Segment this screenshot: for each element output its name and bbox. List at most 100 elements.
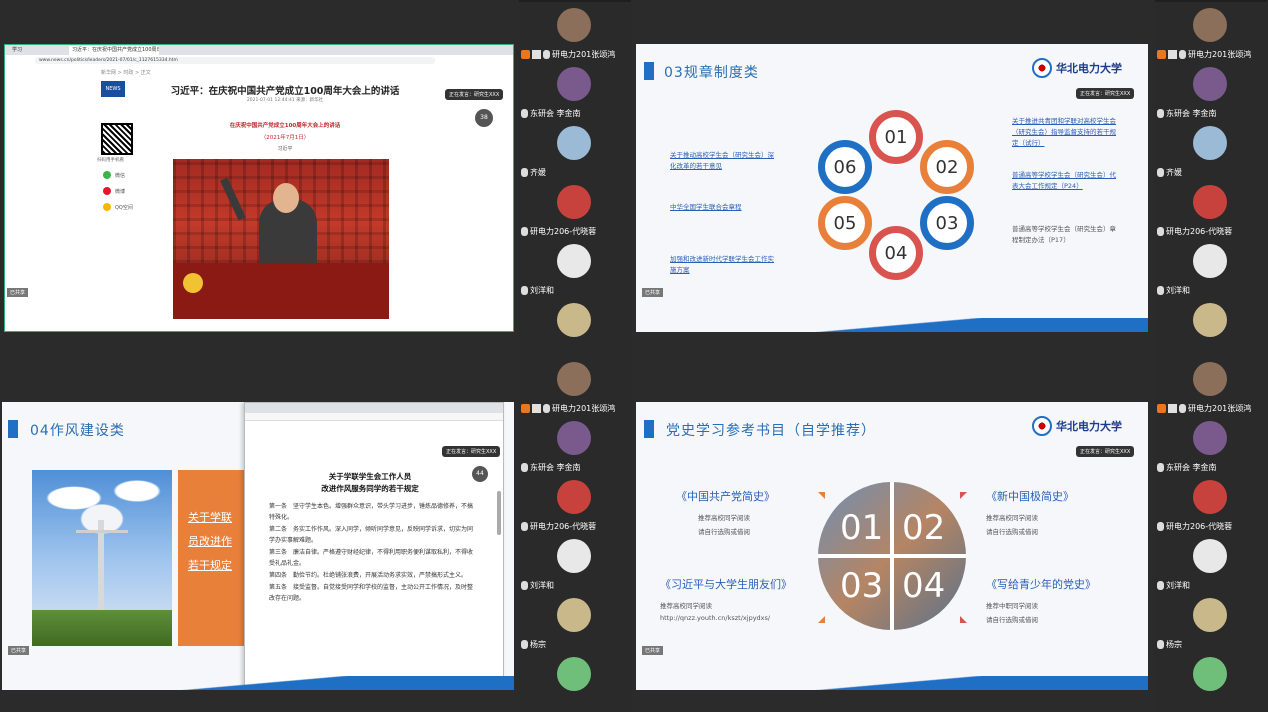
participant-name: 杨宗 <box>1166 639 1182 649</box>
participant-tile[interactable]: 刘洋和 <box>519 533 631 594</box>
avatar <box>1193 8 1227 42</box>
participant-label: 东研会 李金南 <box>1157 461 1217 473</box>
right-item-1[interactable]: 关于推进共青团和学联对高校学生会（研究生会）指导监督支持的若干规定（试行） <box>1012 116 1122 149</box>
participant-tile[interactable]: 齐媛 <box>519 120 631 181</box>
avatar <box>1193 185 1227 219</box>
participant-tile[interactable]: 东研会 李金南 <box>519 61 631 122</box>
left-item-2[interactable]: 中华全国学生联合会章程 <box>670 202 780 213</box>
microphone-icon <box>1157 285 1164 295</box>
participant-tile[interactable]: 齐媛 <box>1155 120 1267 181</box>
microphone-icon <box>543 403 550 413</box>
avatar <box>557 362 591 396</box>
participant-tile[interactable] <box>1155 297 1267 358</box>
zoom-badge[interactable]: 38 <box>475 109 493 127</box>
speaking-indicator: 正在发言：研究生XXX <box>1076 446 1135 457</box>
participant-label: 齐媛 <box>521 166 546 178</box>
participant-tile[interactable]: 东研会 李金南 <box>1155 415 1267 476</box>
participant-tile[interactable]: 刘洋和 <box>1155 533 1267 594</box>
avatar <box>557 539 591 573</box>
participant-tile[interactable]: 杨宗 <box>519 592 631 653</box>
participant-tile[interactable]: 研电力206-代晓蓉 <box>1155 474 1267 535</box>
participant-label: 东研会 李金南 <box>521 461 581 473</box>
petal-04: 04 <box>869 226 923 280</box>
host-badge-icon <box>521 49 530 59</box>
participant-label: 研电力206-代晓蓉 <box>1157 520 1232 532</box>
doc-paragraph: 第四条 勤俭节约。杜绝铺张浪费，开展活动务求实效，严禁搞形式主义。 <box>269 572 468 579</box>
participant-tile[interactable]: 研电力206-代晓蓉 <box>519 179 631 240</box>
breadcrumb[interactable]: 新华网 > 时政 > 正文 <box>101 69 151 76</box>
participant-name: 研电力206-代晓蓉 <box>530 521 597 531</box>
microphone-icon <box>1157 167 1164 177</box>
avatar <box>1193 303 1227 337</box>
participant-tile[interactable]: 刘洋和 <box>519 238 631 299</box>
qr-code <box>101 123 133 155</box>
doc-scrollbar[interactable] <box>497 491 501 535</box>
share-corner-label: 已共享 <box>8 646 30 655</box>
avatar <box>557 421 591 455</box>
share-qzone[interactable]: QQ空间 <box>103 203 133 211</box>
doc-paragraph: 第三条 廉洁自律。严格遵守财经纪律，不得利用职务便利谋取私利，不得收受礼品礼金。 <box>269 549 474 567</box>
participant-label: 刘洋和 <box>521 284 554 296</box>
participant-tile[interactable]: 研电力206-代晓蓉 <box>519 474 631 535</box>
participant-tile[interactable] <box>519 651 631 712</box>
right-item-2[interactable]: 普通高等学校学生会（研究生会）代表大会工作规定（P24） <box>1012 170 1122 192</box>
slide-03: 03规章制度类 华北电力大学 正在发言：研究生XXX 01 02 03 04 0… <box>636 44 1148 332</box>
zoom-badge[interactable]: 44 <box>472 466 488 482</box>
participant-tile[interactable]: 研电力201张颂鸿 <box>1155 2 1267 63</box>
number-03: 03 <box>840 566 884 606</box>
left-item-3[interactable]: 加强和改进新时代学联学生会工作实施方案 <box>670 254 780 276</box>
participant-name: 齐媛 <box>530 167 546 177</box>
participant-tile[interactable]: 研电力201张颂鸿 <box>519 2 631 63</box>
participant-tile[interactable] <box>519 297 631 358</box>
screen-share-icon <box>1168 49 1177 59</box>
microphone-icon <box>1157 639 1164 649</box>
participant-label: 研电力201张颂鸿 <box>521 402 615 414</box>
share-weibo[interactable]: 微博 <box>103 187 125 195</box>
participant-label: 刘洋和 <box>521 579 554 591</box>
share-panel-2: 03规章制度类 华北电力大学 正在发言：研究生XXX 01 02 03 04 0… <box>634 0 1152 356</box>
site-logo[interactable]: NEWS <box>101 81 125 97</box>
book-3: 《习近平与大学生朋友们》 推荐高校同学阅读 http://qnzz.youth.… <box>660 576 820 622</box>
participant-name: 研电力206-代晓蓉 <box>1166 521 1233 531</box>
participant-name: 研电力206-代晓蓉 <box>1166 226 1233 236</box>
browser-tab[interactable]: 学习 <box>9 46 65 55</box>
participant-tile[interactable]: 研电力206-代晓蓉 <box>1155 179 1267 240</box>
address-bar[interactable]: www.news.cn/politics/leaders/2021-07/01/… <box>35 57 435 64</box>
avatar <box>557 480 591 514</box>
share-panel-3: 04作风建设类 关于学联 员改进作 若干规定 关于学联学生会工作人员 改进作风服… <box>0 360 518 712</box>
participant-tile[interactable] <box>1155 651 1267 712</box>
party-emblem <box>183 273 203 293</box>
left-item-1[interactable]: 关于推动高校学生会（研究生会）深化改革的若干意见 <box>670 150 780 172</box>
participant-tile[interactable]: 研电力201张颂鸿 <box>1155 356 1267 417</box>
participant-tile[interactable]: 刘洋和 <box>1155 238 1267 299</box>
browser-tab-active[interactable]: 习近平：在庆祝中国共产党成立100周年... <box>69 46 159 55</box>
university-emblem-icon <box>1032 58 1052 78</box>
petal-05: 05 <box>818 196 872 250</box>
participant-name: 刘洋和 <box>530 580 554 590</box>
right-item-3: 普通高等学校学生会（研究生会）章程制定办法（P17） <box>1012 225 1116 244</box>
participant-gallery-right: 研电力201张颂鸿 东研会 李金南 齐媛 研电力206-代晓蓉 刘洋和 研电力201张颂鸿… <box>1155 0 1267 712</box>
microphone-icon <box>1179 403 1186 413</box>
book-4: 《写给青少年的党史》 推荐中职同学阅读 请自行选购或借阅 <box>986 578 1096 624</box>
participant-tile[interactable]: 研电力201张颂鸿 <box>519 356 631 417</box>
microphone-icon <box>521 462 528 472</box>
avatar <box>1193 362 1227 396</box>
participant-name: 杨宗 <box>530 639 546 649</box>
participant-label: 杨宗 <box>521 638 546 650</box>
share-corner-label: 已共享 <box>642 288 664 297</box>
participant-tile[interactable]: 东研会 李金南 <box>1155 61 1267 122</box>
doc-paragraph: 第五条 接受监督。自觉接受同学和学校的监督，主动公开工作情况，及时整改存在问题。 <box>269 584 474 602</box>
microphone-icon <box>521 639 528 649</box>
participant-name: 刘洋和 <box>530 285 554 295</box>
participant-tile[interactable]: 东研会 李金南 <box>519 415 631 476</box>
petal-03: 03 <box>920 196 974 250</box>
book-1: 《中国共产党简史》 推荐高校同学阅读 请自行选购或借阅 <box>676 490 775 536</box>
screen-share-icon <box>532 403 541 413</box>
book-3-link[interactable]: http://qnzz.youth.cn/kszt/xjpydxs/ <box>660 614 820 622</box>
participant-label: 刘洋和 <box>1157 284 1190 296</box>
share-wechat[interactable]: 微信 <box>103 171 125 179</box>
microphone-icon <box>543 49 550 59</box>
participant-tile[interactable]: 杨宗 <box>1155 592 1267 653</box>
speaking-indicator: 正在发言：研究生XXX <box>445 89 504 100</box>
participant-name: 研电力201张颂鸿 <box>552 49 616 59</box>
